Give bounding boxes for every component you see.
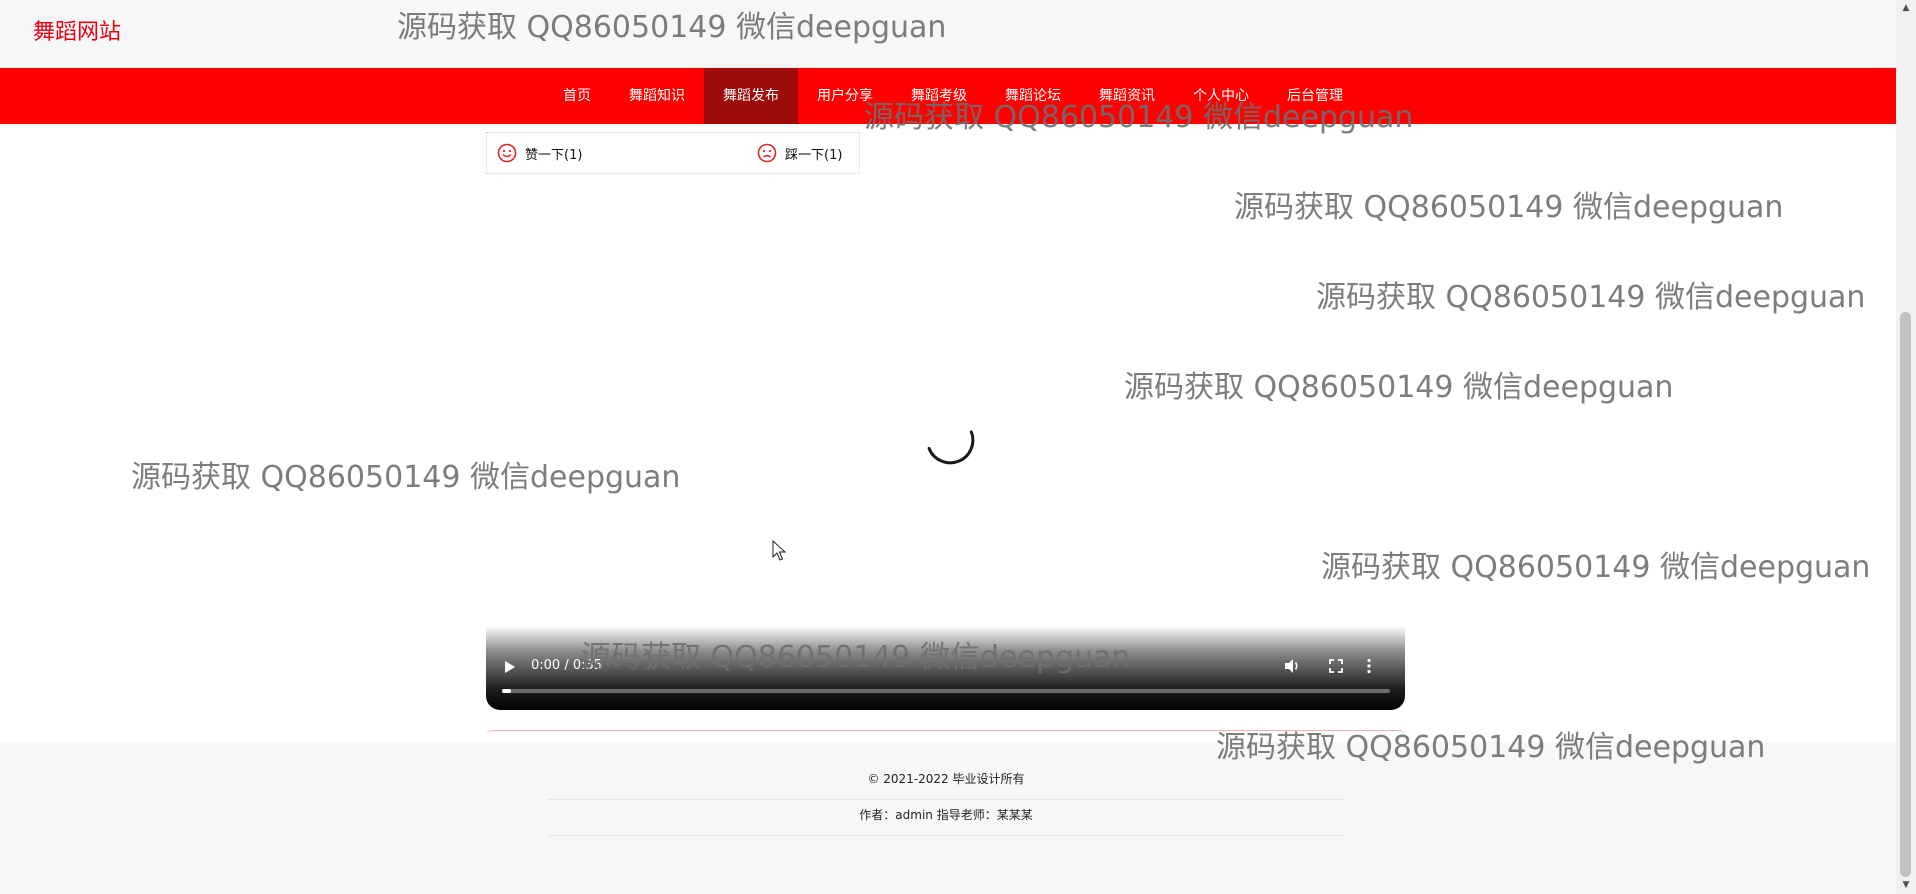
video-player[interactable]: 0:00 / 0:35: [486, 626, 1405, 710]
nav-item-admin[interactable]: 后台管理: [1268, 68, 1362, 124]
page: 舞蹈网站 首页 舞蹈知识 舞蹈发布 用户分享 舞蹈考级 舞蹈论坛 舞蹈资讯 个人…: [0, 0, 1916, 894]
nav-item-personal-center[interactable]: 个人中心: [1174, 68, 1268, 124]
nav-item-dance-publish[interactable]: 舞蹈发布: [704, 68, 798, 124]
footer-copyright: © 2021-2022 毕业设计所有: [867, 772, 1025, 786]
dislike-button[interactable]: 踩一下(1): [757, 143, 842, 163]
nav-item-dance-news[interactable]: 舞蹈资讯: [1080, 68, 1174, 124]
nav-item-dance-knowledge[interactable]: 舞蹈知识: [610, 68, 704, 124]
vote-box: 赞一下(1) 踩一下(1): [486, 132, 860, 174]
video-progress-bar[interactable]: [502, 689, 1390, 693]
watermark-text: 源码获取 QQ86050149 微信deepguan: [1321, 550, 1871, 585]
smiley-icon: [497, 143, 517, 163]
watermark-text: 源码获取 QQ86050149 微信deepguan: [1124, 370, 1674, 405]
footer: © 2021-2022 毕业设计所有 作者：admin 指导老师：某某某: [0, 742, 1896, 894]
fullscreen-icon[interactable]: [1327, 657, 1345, 675]
scroll-thumb[interactable]: [1900, 312, 1911, 877]
nav-item-user-share[interactable]: 用户分享: [798, 68, 892, 124]
scroll-down-icon[interactable]: ▼: [1896, 877, 1916, 894]
footer-divider: [548, 799, 1344, 800]
dislike-label: 踩一下(1): [785, 147, 843, 163]
page-scrollbar[interactable]: ▲ ▼: [1896, 0, 1916, 894]
nav-item-dance-exam[interactable]: 舞蹈考级: [892, 68, 986, 124]
site-logo[interactable]: 舞蹈网站: [33, 14, 121, 46]
watermark-text: 源码获取 QQ86050149 微信deepguan: [131, 460, 681, 495]
footer-author: 作者：admin 指导老师：某某某: [859, 808, 1033, 822]
mouse-cursor-icon: [772, 540, 786, 561]
loading-spinner-icon: [927, 430, 975, 465]
more-options-icon[interactable]: [1366, 657, 1372, 675]
video-progress-fill: [502, 689, 511, 693]
watermark-text: 源码获取 QQ86050149 微信deepguan: [1316, 280, 1866, 315]
like-button[interactable]: 赞一下(1): [497, 143, 582, 163]
like-label: 赞一下(1): [525, 147, 583, 163]
nav-items: 首页 舞蹈知识 舞蹈发布 用户分享 舞蹈考级 舞蹈论坛 舞蹈资讯 个人中心 后台…: [544, 68, 1362, 124]
sad-face-icon: [757, 143, 777, 163]
footer-divider: [548, 835, 1344, 836]
video-time: 0:00 / 0:35: [531, 658, 603, 673]
volume-icon[interactable]: [1283, 657, 1301, 675]
scroll-up-icon[interactable]: ▲: [1896, 0, 1916, 17]
main-nav: 首页 舞蹈知识 舞蹈发布 用户分享 舞蹈考级 舞蹈论坛 舞蹈资讯 个人中心 后台…: [0, 68, 1896, 124]
nav-item-home[interactable]: 首页: [544, 68, 610, 124]
watermark-text: 源码获取 QQ86050149 微信deepguan: [1234, 190, 1784, 225]
top-header: 舞蹈网站: [0, 0, 1896, 68]
play-icon[interactable]: [504, 660, 516, 674]
nav-item-dance-forum[interactable]: 舞蹈论坛: [986, 68, 1080, 124]
